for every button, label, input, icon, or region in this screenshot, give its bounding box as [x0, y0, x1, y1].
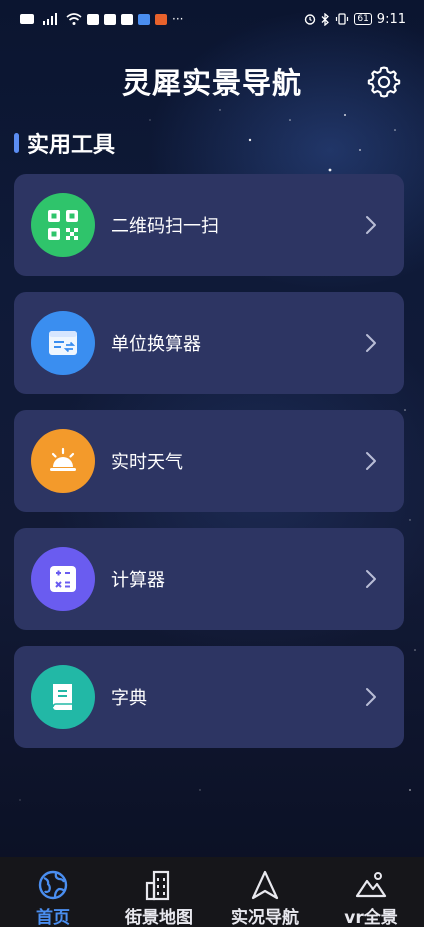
- shield-icon: [138, 13, 150, 25]
- app-screen: ··· 61 9:11 灵犀实景导航 实用工具 二维码扫一扫 单位换算器 实时天…: [0, 0, 424, 927]
- nav-item-home[interactable]: 首页: [0, 857, 106, 927]
- tool-label: 二维码扫一扫: [111, 216, 219, 237]
- wifi-icon: [66, 13, 82, 25]
- tool-list: 二维码扫一扫 单位换算器 实时天气 计算器 字典: [14, 174, 404, 764]
- gear-icon: [367, 66, 401, 98]
- bottom-nav: 首页 街景地图 实况导航 vr全景: [0, 857, 424, 927]
- tool-card-qr-scan[interactable]: 二维码扫一扫: [14, 174, 404, 276]
- nav-label: vr全景: [344, 908, 398, 927]
- chevron-right-icon: [366, 570, 376, 588]
- weather-icon: [31, 429, 95, 493]
- nav-item-street-map[interactable]: 街景地图: [106, 857, 212, 927]
- globe-icon: [35, 869, 71, 901]
- calculator-icon: [31, 547, 95, 611]
- mountain-icon: [353, 869, 389, 901]
- chevron-right-icon: [366, 688, 376, 706]
- nav-label: 街景地图: [125, 908, 193, 927]
- app-icon: [155, 13, 167, 25]
- section-header: 实用工具: [14, 128, 115, 158]
- status-bar: ··· 61 9:11: [0, 0, 424, 38]
- gift-icon: [121, 13, 133, 25]
- nav-item-vr-panorama[interactable]: vr全景: [318, 857, 424, 927]
- status-time: 9:11: [376, 11, 406, 27]
- more-icon: ···: [172, 12, 184, 26]
- nav-label: 首页: [36, 908, 70, 927]
- tool-label: 字典: [111, 688, 147, 709]
- settings-button[interactable]: [366, 64, 402, 100]
- hd-icon: [20, 14, 34, 24]
- mail-icon: [104, 13, 116, 25]
- chevron-right-icon: [366, 452, 376, 470]
- navigation-arrow-icon: [247, 869, 283, 901]
- chevron-right-icon: [366, 216, 376, 234]
- vibrate-icon: [336, 13, 349, 25]
- tool-card-dictionary[interactable]: 字典: [14, 646, 404, 748]
- section-title: 实用工具: [27, 133, 116, 158]
- dictionary-icon: [31, 665, 95, 729]
- tool-card-calculator[interactable]: 计算器: [14, 528, 404, 630]
- page-title: 灵犀实景导航: [121, 66, 302, 100]
- nav-item-live-navigation[interactable]: 实况导航: [212, 857, 318, 927]
- alarm-icon: [305, 14, 316, 25]
- chevron-right-icon: [366, 334, 376, 352]
- tool-card-weather[interactable]: 实时天气: [14, 410, 404, 512]
- tool-card-unit-converter[interactable]: 单位换算器: [14, 292, 404, 394]
- tool-label: 实时天气: [111, 452, 183, 473]
- building-icon: [141, 869, 177, 901]
- bluetooth-icon: [321, 12, 330, 26]
- battery-indicator: 61: [354, 13, 372, 25]
- status-bar-left: ···: [20, 13, 183, 25]
- nav-label: 实况导航: [231, 908, 299, 927]
- signal-icon: [43, 13, 57, 25]
- tool-label: 单位换算器: [111, 334, 201, 355]
- tool-label: 计算器: [111, 570, 165, 591]
- mail-icon: [87, 13, 99, 25]
- status-bar-right: 61 9:11: [304, 12, 406, 27]
- converter-icon: [31, 311, 95, 375]
- qr-code-icon: [31, 193, 95, 257]
- section-accent-bar: [14, 133, 19, 153]
